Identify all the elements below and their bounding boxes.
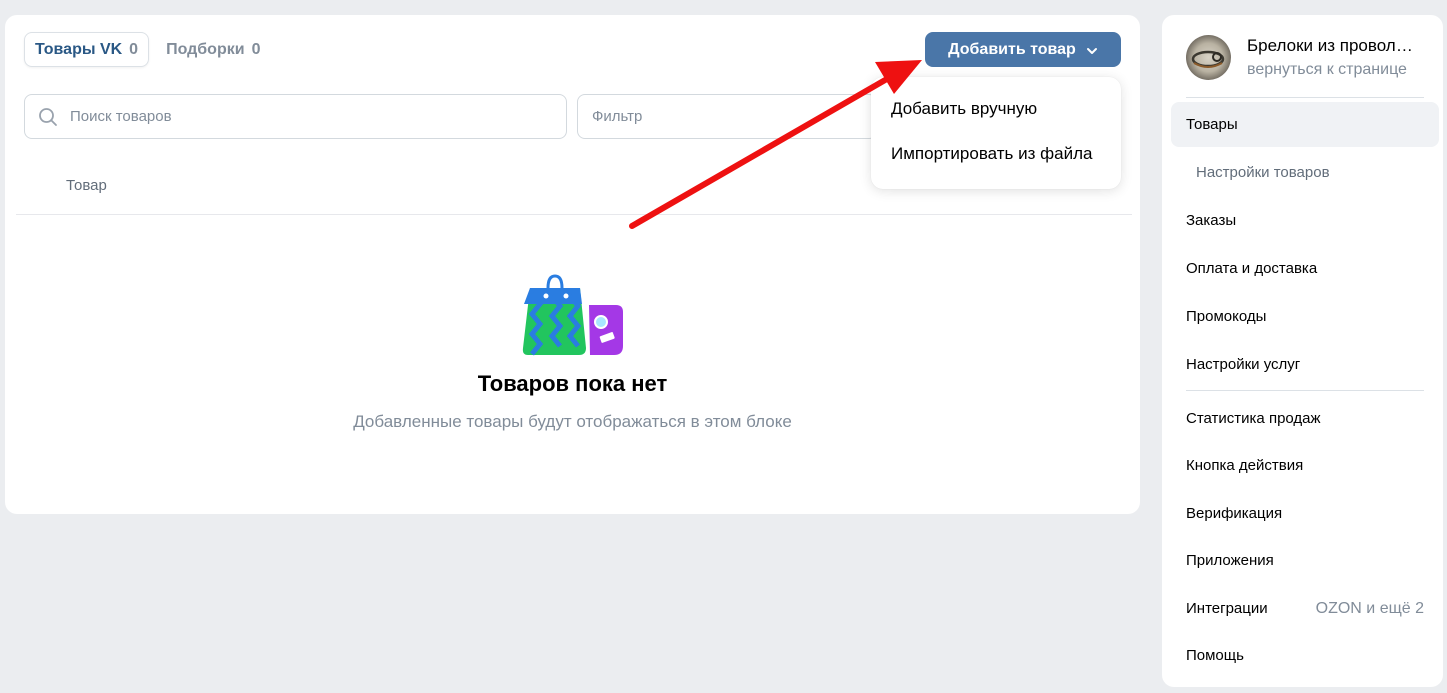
sidebar-item-action-button[interactable]: Кнопка действия — [1171, 443, 1439, 488]
sidebar-item-label: Настройки услуг — [1186, 356, 1301, 373]
filter-box — [577, 94, 877, 139]
group-header[interactable]: Брелоки из проволоки вернуться к страниц… — [1186, 35, 1427, 80]
search-box — [24, 94, 567, 139]
sidebar-item-apps[interactable]: Приложения — [1171, 538, 1439, 583]
sidebar-item-product-settings[interactable]: Настройки товаров — [1171, 150, 1439, 195]
tabs: Товары VK 0 Подборки 0 — [24, 32, 270, 67]
group-name: Брелоки из проволоки — [1247, 36, 1419, 55]
menu-item-add-manually[interactable]: Добавить вручную — [871, 87, 1121, 131]
group-info: Брелоки из проволоки вернуться к страниц… — [1247, 36, 1427, 79]
sidebar-item-label: Помощь — [1186, 647, 1244, 664]
tab-count: 0 — [251, 40, 261, 58]
avatar — [1186, 35, 1231, 80]
sidebar-item-verification[interactable]: Верификация — [1171, 491, 1439, 536]
sidebar-item-label: Верификация — [1186, 505, 1283, 522]
menu-item-import-from-file[interactable]: Импортировать из файла — [871, 131, 1121, 178]
integrations-badge: OZON и ещё 2 — [1315, 600, 1424, 617]
sidebar-item-orders[interactable]: Заказы — [1171, 198, 1439, 243]
search-input[interactable] — [70, 108, 566, 125]
sidebar-item-products[interactable]: Товары — [1171, 102, 1439, 147]
sidebar-item-label: Настройки товаров — [1196, 164, 1330, 181]
tab-label: Товары VK — [35, 40, 123, 58]
tab-count: 0 — [129, 40, 139, 58]
back-to-page-link[interactable]: вернуться к странице — [1247, 61, 1427, 79]
search-icon — [38, 107, 58, 127]
sidebar-item-label: Статистика продаж — [1186, 410, 1321, 427]
empty-state-title: Товаров пока нет — [477, 371, 668, 396]
tab-label: Подборки — [166, 40, 245, 58]
sidebar-item-service-settings[interactable]: Настройки услуг — [1171, 342, 1439, 387]
sidebar-divider — [1186, 97, 1424, 98]
empty-state-subtitle: Добавленные товары будут отображаться в … — [353, 412, 792, 431]
sidebar-item-sales-stats[interactable]: Статистика продаж — [1171, 396, 1439, 441]
sidebar-item-label: Кнопка действия — [1186, 457, 1304, 474]
sidebar-menu: Товары Настройки товаров Заказы Оплата и… — [1171, 102, 1439, 387]
sidebar-item-promocodes[interactable]: Промокоды — [1171, 294, 1439, 339]
add-product-button[interactable]: Добавить товар — [925, 32, 1121, 67]
sidebar-item-label: Заказы — [1186, 212, 1237, 229]
tab-products-vk[interactable]: Товары VK 0 — [24, 32, 150, 67]
sidebar-item-label: Товары — [1186, 116, 1238, 133]
sidebar-item-help[interactable]: Помощь — [1171, 633, 1439, 678]
sidebar: Брелоки из проволоки вернуться к страниц… — [1162, 15, 1443, 687]
sidebar-menu-secondary: Статистика продаж Кнопка действия Верифи… — [1171, 396, 1439, 678]
sidebar-item-label: Оплата и доставка — [1186, 260, 1318, 277]
sidebar-item-label: Интеграции — [1186, 600, 1268, 617]
sidebar-item-label: Приложения — [1186, 552, 1274, 569]
sidebar-item-integrations[interactable]: Интеграции OZON и ещё 2 — [1171, 586, 1439, 631]
shopping-bag-illustration — [522, 274, 626, 358]
sidebar-item-label: Промокоды — [1186, 308, 1267, 325]
add-product-dropdown: Добавить вручную Импортировать из файла — [871, 77, 1121, 189]
sidebar-divider — [1186, 390, 1424, 391]
add-product-label: Добавить товар — [948, 40, 1076, 58]
filter-input[interactable] — [592, 108, 876, 125]
chevron-down-icon — [1086, 44, 1098, 56]
sidebar-item-payment-delivery[interactable]: Оплата и доставка — [1171, 246, 1439, 291]
divider — [16, 214, 1132, 215]
column-header-product: Товар — [66, 177, 107, 194]
tab-collections[interactable]: Подборки 0 — [156, 32, 270, 67]
